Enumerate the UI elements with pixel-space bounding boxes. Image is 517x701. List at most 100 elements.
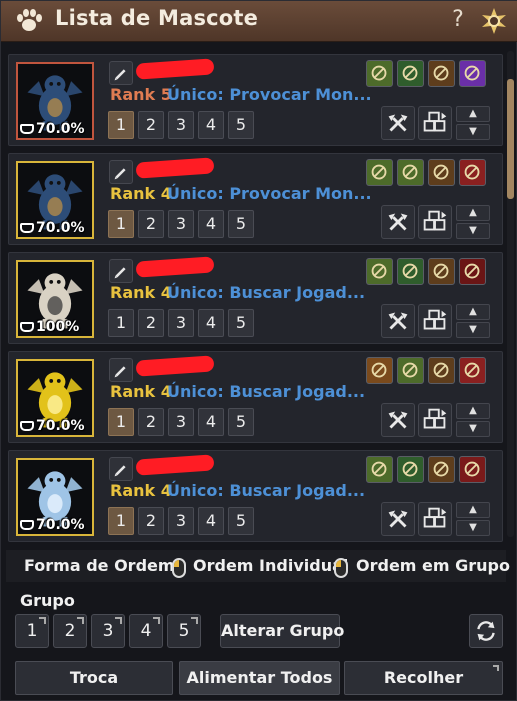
order-button-2[interactable]: 2 <box>138 408 164 436</box>
pet-portrait[interactable]: 70.0% <box>16 359 94 437</box>
axe-icon[interactable] <box>428 258 455 285</box>
sort-group-option[interactable]: Ordem em Grupo <box>356 556 510 575</box>
order-button-2[interactable]: 2 <box>138 111 164 139</box>
order-button-4[interactable]: 4 <box>198 309 224 337</box>
move-down-button[interactable]: ▼ <box>456 223 490 239</box>
pet-card[interactable]: 70.0% Rank 5 Único: Provocar Mon... 1234… <box>8 54 503 146</box>
pet-portrait[interactable]: 70.0% <box>16 161 94 239</box>
order-button-3[interactable]: 3 <box>168 111 194 139</box>
edit-name-button[interactable] <box>109 457 133 481</box>
order-button-5[interactable]: 5 <box>228 210 254 238</box>
refresh-button[interactable] <box>469 614 503 648</box>
no-gather-button[interactable] <box>381 205 415 239</box>
group-button-3[interactable]: 3 <box>91 614 125 648</box>
pet-portrait[interactable]: 70.0% <box>16 62 94 140</box>
move-up-button[interactable]: ▲ <box>456 403 490 419</box>
exchange-button[interactable] <box>418 502 452 536</box>
edit-name-button[interactable] <box>109 358 133 382</box>
axe-icon[interactable] <box>428 60 455 87</box>
order-button-1[interactable]: 1 <box>108 408 134 436</box>
target-red-icon[interactable] <box>459 456 486 483</box>
order-button-5[interactable]: 5 <box>228 309 254 337</box>
edit-name-button[interactable] <box>109 160 133 184</box>
scrollbar[interactable] <box>507 51 514 537</box>
buff-red-icon[interactable] <box>459 357 486 384</box>
move-up-button[interactable]: ▲ <box>456 106 490 122</box>
order-button-1[interactable]: 1 <box>108 210 134 238</box>
axe-icon[interactable] <box>428 357 455 384</box>
collect-button[interactable]: Recolher <box>344 661 503 695</box>
order-button-3[interactable]: 3 <box>168 408 194 436</box>
exchange-button[interactable] <box>418 106 452 140</box>
order-button-3[interactable]: 3 <box>168 507 194 535</box>
no-gather-button[interactable] <box>381 304 415 338</box>
no-gather-button[interactable] <box>381 502 415 536</box>
axe-icon[interactable] <box>428 456 455 483</box>
order-button-5[interactable]: 5 <box>228 507 254 535</box>
move-down-button[interactable]: ▼ <box>456 520 490 536</box>
edit-name-button[interactable] <box>109 61 133 85</box>
no-gather-button[interactable] <box>381 403 415 437</box>
food-value: 70.0% <box>36 517 85 533</box>
horseshoe-icon[interactable] <box>397 60 424 87</box>
move-up-button[interactable]: ▲ <box>456 205 490 221</box>
title-bar[interactable]: Lista de Mascote ? <box>1 1 517 42</box>
order-button-4[interactable]: 4 <box>198 408 224 436</box>
order-button-4[interactable]: 4 <box>198 210 224 238</box>
exchange-button[interactable] <box>418 403 452 437</box>
horse-icon[interactable] <box>397 159 424 186</box>
order-button-4[interactable]: 4 <box>198 507 224 535</box>
order-button-1[interactable]: 1 <box>108 111 134 139</box>
help-button[interactable]: ? <box>447 6 469 34</box>
scrollbar-thumb[interactable] <box>507 79 514 199</box>
group-button-4[interactable]: 4 <box>129 614 163 648</box>
pet-card[interactable]: 100% Rank 4 Único: Buscar Jogad... 12345… <box>8 252 503 344</box>
move-up-button[interactable]: ▲ <box>456 502 490 518</box>
axe-icon[interactable] <box>428 159 455 186</box>
group-button-2[interactable]: 2 <box>53 614 87 648</box>
buff-dark-red-icon[interactable] <box>459 258 486 285</box>
order-button-2[interactable]: 2 <box>138 507 164 535</box>
buff-purple-icon[interactable] <box>459 60 486 87</box>
hammer-icon[interactable] <box>366 357 393 384</box>
move-down-button[interactable]: ▼ <box>456 421 490 437</box>
pet-card[interactable]: 70.0% Rank 4 Único: Buscar Jogad... 1234… <box>8 351 503 443</box>
pet-portrait[interactable]: 70.0% <box>16 458 94 536</box>
pet-card[interactable]: 70.0% Rank 4 Único: Provocar Mon... 1234… <box>8 153 503 245</box>
move-down-button[interactable]: ▼ <box>456 322 490 338</box>
trade-button[interactable]: Troca <box>15 661 173 695</box>
order-button-2[interactable]: 2 <box>138 309 164 337</box>
buff-red-icon[interactable] <box>459 159 486 186</box>
gear-icon[interactable] <box>480 7 508 35</box>
roast-icon[interactable] <box>366 159 393 186</box>
order-button-3[interactable]: 3 <box>168 309 194 337</box>
horse-icon[interactable] <box>366 60 393 87</box>
horse-icon[interactable] <box>366 258 393 285</box>
group-button-5[interactable]: 5 <box>167 614 201 648</box>
order-button-3[interactable]: 3 <box>168 210 194 238</box>
roast-icon[interactable] <box>366 456 393 483</box>
pencil-icon <box>114 267 126 279</box>
exchange-button[interactable] <box>418 304 452 338</box>
order-button-5[interactable]: 5 <box>228 111 254 139</box>
order-button-5[interactable]: 5 <box>228 408 254 436</box>
boxes-exchange-icon <box>423 210 447 231</box>
exchange-button[interactable] <box>418 205 452 239</box>
move-down-button[interactable]: ▼ <box>456 124 490 140</box>
group-button-1[interactable]: 1 <box>15 614 49 648</box>
alter-group-button[interactable]: Alterar Grupo <box>220 614 344 648</box>
order-button-1[interactable]: 1 <box>108 309 134 337</box>
order-button-1[interactable]: 1 <box>108 507 134 535</box>
horseshoe-icon[interactable] <box>397 258 424 285</box>
move-up-button[interactable]: ▲ <box>456 304 490 320</box>
pet-portrait[interactable]: 100% <box>16 260 94 338</box>
order-button-4[interactable]: 4 <box>198 111 224 139</box>
sort-individual-option[interactable]: Ordem Individual <box>193 556 348 575</box>
pet-card[interactable]: 70.0% Rank 4 Único: Buscar Jogad... 1234… <box>8 450 503 542</box>
feed-all-button[interactable]: Alimentar Todos <box>179 661 340 695</box>
order-button-2[interactable]: 2 <box>138 210 164 238</box>
pickaxe-icon[interactable] <box>397 456 424 483</box>
horse-icon[interactable] <box>397 357 424 384</box>
edit-name-button[interactable] <box>109 259 133 283</box>
no-gather-button[interactable] <box>381 106 415 140</box>
